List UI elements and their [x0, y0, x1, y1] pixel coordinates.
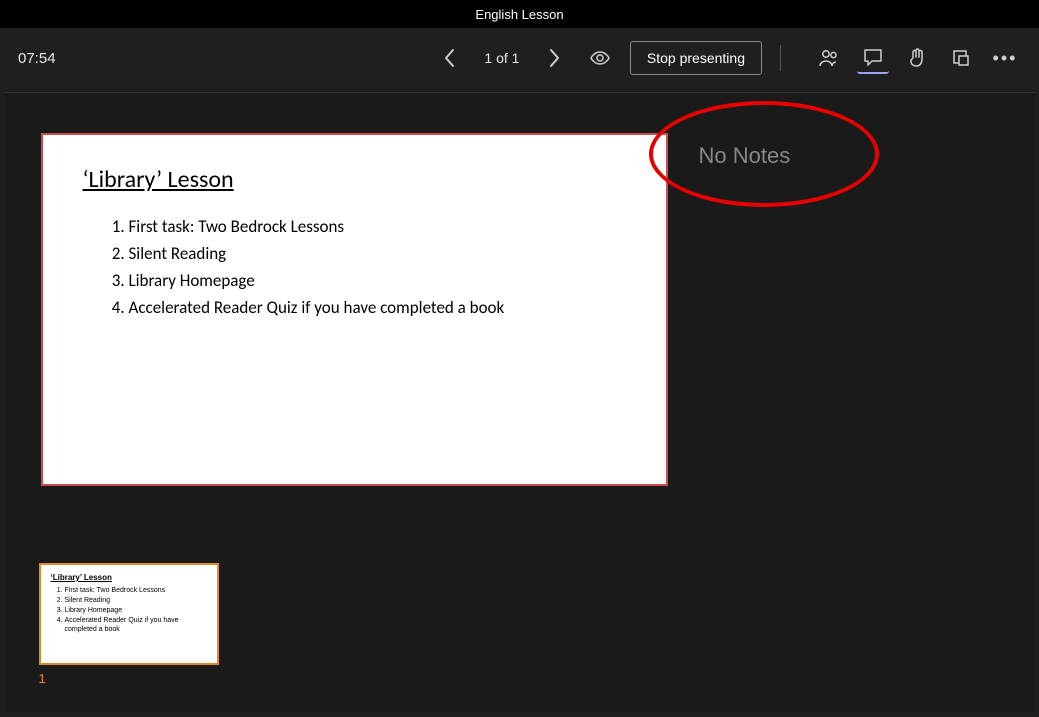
title-bar: English Lesson	[0, 0, 1039, 28]
next-slide-button[interactable]	[538, 42, 570, 74]
chat-button[interactable]	[857, 42, 889, 74]
thumbnail-number: 1	[39, 671, 219, 686]
slide-list: First task: Two Bedrock Lessons Silent R…	[83, 216, 626, 318]
popout-icon	[951, 48, 971, 68]
slide-list-item: Silent Reading	[129, 243, 626, 264]
presentation-stage: ‘Library’ Lesson First task: Two Bedrock…	[5, 92, 1035, 712]
participants-button[interactable]	[813, 42, 845, 74]
slide-list-item: First task: Two Bedrock Lessons	[129, 216, 626, 237]
notes-panel[interactable]: No Notes	[699, 143, 791, 169]
hand-icon	[907, 47, 927, 69]
raise-hand-button[interactable]	[901, 42, 933, 74]
thumbnail-strip: ‘Library’ Lesson First task: Two Bedrock…	[39, 563, 219, 686]
thumbnail-list-item: First task: Two Bedrock Lessons	[65, 586, 207, 595]
eye-icon	[589, 50, 611, 66]
current-slide: ‘Library’ Lesson First task: Two Bedrock…	[41, 133, 668, 486]
slide-thumbnail[interactable]: ‘Library’ Lesson First task: Two Bedrock…	[39, 563, 219, 665]
prev-slide-button[interactable]	[434, 42, 466, 74]
popout-button[interactable]	[945, 42, 977, 74]
thumbnail-list-item: Silent Reading	[65, 596, 207, 605]
presenter-toolbar: 07:54 1 of 1 Stop presenting	[0, 28, 1039, 88]
chat-icon	[862, 47, 884, 67]
slide-counter: 1 of 1	[480, 50, 524, 66]
chevron-right-icon	[547, 48, 561, 68]
slide-title: ‘Library’ Lesson	[83, 165, 626, 194]
more-actions-button[interactable]: •••	[989, 42, 1021, 74]
slide-list-item: Accelerated Reader Quiz if you have comp…	[129, 297, 626, 318]
people-icon	[818, 48, 840, 68]
meeting-title: English Lesson	[475, 7, 563, 22]
thumbnail-list-item: Accelerated Reader Quiz if you have comp…	[65, 616, 207, 634]
thumbnail-list-item: Library Homepage	[65, 606, 207, 615]
right-controls: •••	[813, 42, 1021, 74]
separator	[780, 45, 781, 71]
thumbnail-list: First task: Two Bedrock Lessons Silent R…	[51, 586, 207, 634]
slide-list-item: Library Homepage	[129, 270, 626, 291]
chevron-left-icon	[443, 48, 457, 68]
call-duration: 07:54	[18, 50, 56, 67]
center-controls: 1 of 1 Stop presenting •••	[434, 41, 1021, 75]
thumbnail-title: ‘Library’ Lesson	[51, 573, 207, 582]
stop-presenting-button[interactable]: Stop presenting	[630, 41, 762, 75]
view-mode-button[interactable]	[584, 42, 616, 74]
ellipsis-icon: •••	[993, 48, 1018, 69]
